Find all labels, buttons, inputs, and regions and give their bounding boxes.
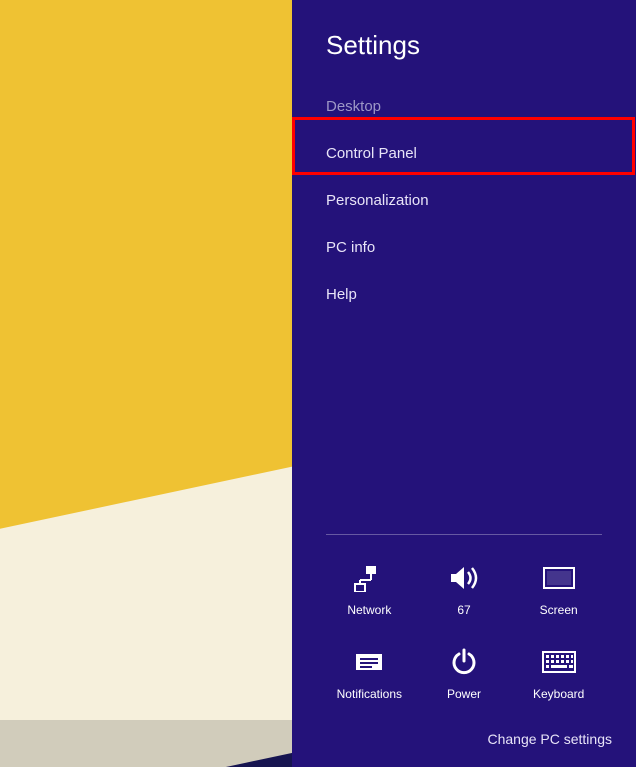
tile-power[interactable]: Power [421,645,508,701]
speaker-icon [444,561,484,595]
tile-notifications[interactable]: Notifications [326,645,413,701]
tile-volume[interactable]: 67 [421,561,508,617]
tile-network[interactable]: Network [326,561,413,617]
menu-item-pc-info[interactable]: PC info [292,224,636,271]
screen-icon [539,561,579,595]
keyboard-icon [539,645,579,679]
divider [326,534,602,535]
tile-label: Notifications [337,687,402,701]
tile-label: Power [447,687,481,701]
menu-item-control-panel[interactable]: Control Panel [292,130,636,177]
tile-label: Screen [540,603,578,617]
menu-item-desktop[interactable]: Desktop [292,83,636,130]
panel-title: Settings [326,30,602,61]
settings-menu: Desktop Control Panel Personalization PC… [292,83,636,318]
tile-keyboard[interactable]: Keyboard [515,645,602,701]
power-icon [444,645,484,679]
tile-screen[interactable]: Screen [515,561,602,617]
desktop-wallpaper [0,0,292,767]
tile-label: Network [347,603,391,617]
notifications-icon [349,645,389,679]
tile-label: Keyboard [533,687,584,701]
network-icon [349,561,389,595]
menu-item-help[interactable]: Help [292,271,636,318]
menu-item-personalization[interactable]: Personalization [292,177,636,224]
settings-charm-panel: Settings Desktop Control Panel Personali… [292,0,636,767]
quick-settings-tiles: Network 67 [326,561,602,701]
change-pc-settings-link[interactable]: Change PC settings [326,731,612,747]
tile-label: 67 [457,603,470,617]
